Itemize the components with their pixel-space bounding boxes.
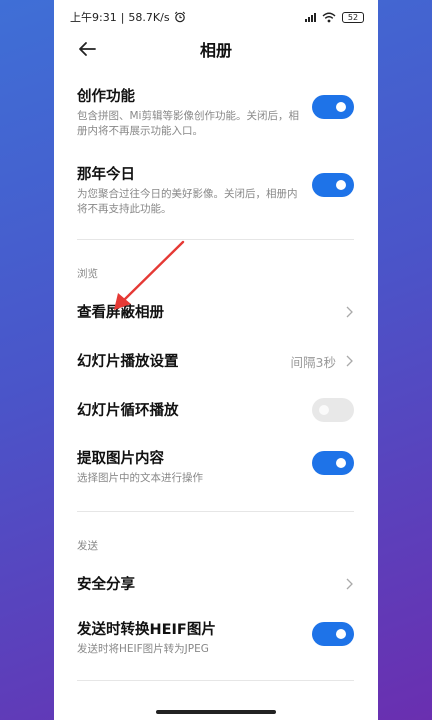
status-separator: | xyxy=(120,10,125,24)
setting-slideshow-settings[interactable]: 幻灯片播放设置 间隔3秒 xyxy=(77,350,354,372)
home-indicator xyxy=(156,710,276,714)
section-divider xyxy=(77,239,354,240)
chevron-right-icon xyxy=(346,306,353,318)
setting-slideshow-loop[interactable]: 幻灯片循环播放 xyxy=(77,398,354,422)
extract-content-toggle[interactable] xyxy=(312,451,354,475)
section-divider xyxy=(77,511,354,512)
status-time: 上午9:31 xyxy=(70,11,117,24)
chevron-right-icon xyxy=(346,355,353,367)
page-title: 相册 xyxy=(199,41,232,60)
setting-creation-features[interactable]: 创作功能 包含拼图、Mi剪辑等影像创作功能。关闭后，相册内将不再展示功能入口。 xyxy=(77,85,354,141)
section-label-send: 发送 xyxy=(77,540,98,552)
setting-desc: 发送时将HEIF图片转为JPEG xyxy=(77,643,209,655)
setting-safe-share[interactable]: 安全分享 xyxy=(77,573,354,595)
battery-icon: 52 xyxy=(342,11,364,23)
creation-features-toggle[interactable] xyxy=(312,95,354,119)
slideshow-interval-value: 间隔3秒 xyxy=(290,355,336,370)
setting-title: 查看屏蔽相册 xyxy=(77,305,164,321)
wifi-icon xyxy=(322,12,336,22)
phone-screen: 上午9:31 | 58.7K/s 52 相册 创作功能 包含拼图、Mi剪辑等影像… xyxy=(54,0,378,720)
setting-desc: 选择图片中的文本进行操作 xyxy=(77,472,203,484)
section-divider xyxy=(77,680,354,681)
memories-toggle[interactable] xyxy=(312,173,354,197)
section-label-browse: 浏览 xyxy=(77,268,98,280)
setting-title: 安全分享 xyxy=(77,577,135,593)
chevron-right-icon xyxy=(346,578,353,590)
convert-heif-toggle[interactable] xyxy=(312,622,354,646)
slideshow-loop-toggle[interactable] xyxy=(312,398,354,422)
setting-hidden-albums[interactable]: 查看屏蔽相册 xyxy=(77,301,354,323)
alarm-icon xyxy=(174,11,185,23)
title-bar: 相册 xyxy=(54,34,378,64)
setting-convert-heif[interactable]: 发送时转换HEIF图片 发送时将HEIF图片转为JPEG xyxy=(77,618,354,658)
status-right: 52 xyxy=(305,11,364,23)
setting-memories[interactable]: 那年今日 为您聚合过往今日的美好影像。关闭后，相册内将不再支持此功能。 xyxy=(77,163,354,219)
back-arrow-icon[interactable] xyxy=(76,38,98,60)
status-bar: 上午9:31 | 58.7K/s 52 xyxy=(54,0,378,34)
setting-desc: 为您聚合过往今日的美好影像。关闭后，相册内将不再支持此功能。 xyxy=(77,188,298,215)
settings-list: 创作功能 包含拼图、Mi剪辑等影像创作功能。关闭后，相册内将不再展示功能入口。 … xyxy=(54,85,378,681)
signal-icon xyxy=(305,12,316,22)
status-speed: 58.7K/s xyxy=(128,10,170,24)
status-left: 上午9:31 | 58.7K/s xyxy=(70,9,186,25)
setting-desc: 包含拼图、Mi剪辑等影像创作功能。关闭后，相册内将不再展示功能入口。 xyxy=(77,110,299,137)
setting-extract-image-content[interactable]: 提取图片内容 选择图片中的文本进行操作 xyxy=(77,447,354,487)
